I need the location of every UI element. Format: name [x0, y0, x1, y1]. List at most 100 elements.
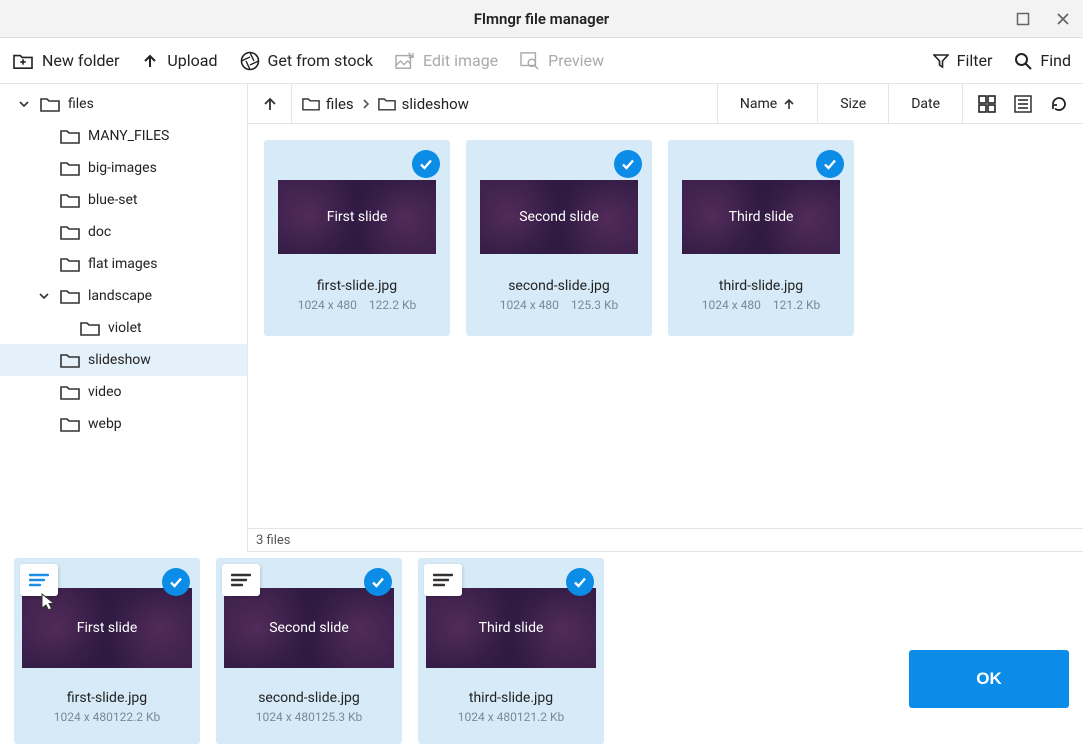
tree-item-webp[interactable]: webp	[0, 408, 247, 440]
breadcrumb: files slideshow	[292, 84, 717, 123]
grid-icon	[978, 95, 996, 113]
view-grid-button[interactable]	[971, 88, 1003, 120]
window-close-button[interactable]	[1043, 0, 1083, 37]
drag-handle[interactable]	[424, 564, 462, 596]
breadcrumb-root-label: files	[326, 95, 354, 113]
sort-by-name[interactable]: Name	[718, 84, 818, 123]
sort-size-label: Size	[840, 96, 866, 112]
selected-check-icon[interactable]	[162, 568, 190, 596]
tree-item-label: blue-set	[88, 192, 138, 208]
find-button[interactable]: Find	[1014, 51, 1071, 70]
status-bar: 3 files	[248, 528, 1083, 552]
drag-handle[interactable]	[20, 564, 58, 596]
tray-card[interactable]: Third slide third-slide.jpg 1024 x 48012…	[418, 558, 604, 744]
tree-item-blue-set[interactable]: blue-set	[0, 184, 247, 216]
file-name: first-slide.jpg	[317, 278, 397, 294]
find-label: Find	[1040, 51, 1071, 70]
tree-root[interactable]: files	[0, 88, 247, 120]
chevron-down-icon	[18, 98, 30, 110]
tree-item-label: flat images	[88, 256, 157, 272]
upload-icon	[141, 52, 159, 70]
breadcrumb-root[interactable]: files	[302, 95, 354, 113]
sort-by-size[interactable]: Size	[818, 84, 889, 123]
breadcrumb-current[interactable]: slideshow	[378, 95, 469, 113]
preview-button: Preview	[520, 51, 604, 70]
file-name: third-slide.jpg	[719, 278, 803, 294]
file-card[interactable]: Third slide third-slide.jpg 1024 x 48012…	[668, 140, 854, 336]
folder-icon	[60, 288, 80, 304]
window-maximize-button[interactable]	[1003, 0, 1043, 37]
selection-tray: First slide first-slide.jpg 1024 x 48012…	[0, 552, 1083, 750]
tree-item-big-images[interactable]: big-images	[0, 152, 247, 184]
view-list-button[interactable]	[1007, 88, 1039, 120]
folder-icon	[40, 96, 60, 112]
filter-icon	[933, 53, 949, 69]
preview-label: Preview	[548, 51, 604, 70]
file-card[interactable]: First slide first-slide.jpg 1024 x 48012…	[264, 140, 450, 336]
file-meta: 1024 x 480121.2 Kb	[458, 710, 565, 724]
folder-icon	[60, 224, 80, 240]
filter-label: Filter	[957, 51, 993, 70]
file-thumbnail: First slide	[278, 180, 436, 254]
edit-image-label: Edit image	[423, 51, 498, 70]
tree-item-violet[interactable]: violet	[0, 312, 247, 344]
edit-image-icon	[395, 52, 415, 70]
chevron-right-icon	[360, 98, 372, 110]
file-name: third-slide.jpg	[469, 690, 553, 706]
go-up-button[interactable]	[248, 84, 292, 123]
tree-item-MANY_FILES[interactable]: MANY_FILES	[0, 120, 247, 152]
get-from-stock-button[interactable]: Get from stock	[240, 51, 373, 71]
folder-icon	[60, 128, 80, 144]
file-name: second-slide.jpg	[258, 690, 360, 706]
refresh-button[interactable]	[1043, 88, 1075, 120]
window-titlebar: Flmngr file manager	[0, 0, 1083, 38]
drag-handle[interactable]	[222, 564, 260, 596]
file-meta: 1024 x 480125.3 Kb	[500, 298, 619, 312]
arrow-up-icon	[783, 98, 795, 110]
file-meta: 1024 x 480121.2 Kb	[702, 298, 821, 312]
chevron-down-icon	[38, 290, 50, 302]
tree-item-label: video	[88, 384, 122, 400]
main-toolbar: New folder Upload Get from stock Edit im…	[0, 38, 1083, 84]
tree-item-label: MANY_FILES	[88, 128, 169, 144]
tray-card[interactable]: Second slide second-slide.jpg 1024 x 480…	[216, 558, 402, 744]
file-card[interactable]: Second slide second-slide.jpg 1024 x 480…	[466, 140, 652, 336]
tree-item-label: violet	[108, 320, 142, 336]
selected-check-icon[interactable]	[614, 150, 642, 178]
refresh-icon	[1050, 95, 1068, 113]
file-thumbnail: Third slide	[426, 588, 596, 668]
sort-by-date[interactable]: Date	[889, 84, 963, 123]
tree-item-label: doc	[88, 224, 111, 240]
selected-check-icon[interactable]	[566, 568, 594, 596]
sort-date-label: Date	[911, 96, 940, 112]
selected-check-icon[interactable]	[364, 568, 392, 596]
file-meta: 1024 x 480122.2 Kb	[298, 298, 417, 312]
filter-button[interactable]: Filter	[933, 51, 993, 70]
upload-button[interactable]: Upload	[141, 51, 217, 70]
file-thumbnail: First slide	[22, 588, 192, 668]
folder-icon	[60, 160, 80, 176]
tree-item-landscape[interactable]: landscape	[0, 280, 247, 312]
edit-image-button: Edit image	[395, 51, 498, 70]
tray-card[interactable]: First slide first-slide.jpg 1024 x 48012…	[14, 558, 200, 744]
selected-check-icon[interactable]	[816, 150, 844, 178]
tree-item-doc[interactable]: doc	[0, 216, 247, 248]
preview-icon	[520, 52, 540, 70]
tree-item-slideshow[interactable]: slideshow	[0, 344, 247, 376]
file-count: 3 files	[256, 533, 291, 548]
tree-item-video[interactable]: video	[0, 376, 247, 408]
tree-item-flat-images[interactable]: flat images	[0, 248, 247, 280]
list-icon	[1014, 95, 1032, 113]
sort-name-label: Name	[740, 96, 777, 112]
tree-item-label: big-images	[88, 160, 157, 176]
new-folder-button[interactable]: New folder	[12, 51, 119, 70]
window-title: Flmngr file manager	[474, 10, 609, 28]
file-meta: 1024 x 480122.2 Kb	[54, 710, 161, 724]
selected-check-icon[interactable]	[412, 150, 440, 178]
file-thumbnail: Second slide	[224, 588, 394, 668]
file-thumbnail: Second slide	[480, 180, 638, 254]
tree-item-label: landscape	[88, 288, 152, 304]
tree-item-label: slideshow	[88, 352, 151, 368]
file-meta: 1024 x 480125.3 Kb	[256, 710, 363, 724]
folder-icon	[60, 256, 80, 272]
